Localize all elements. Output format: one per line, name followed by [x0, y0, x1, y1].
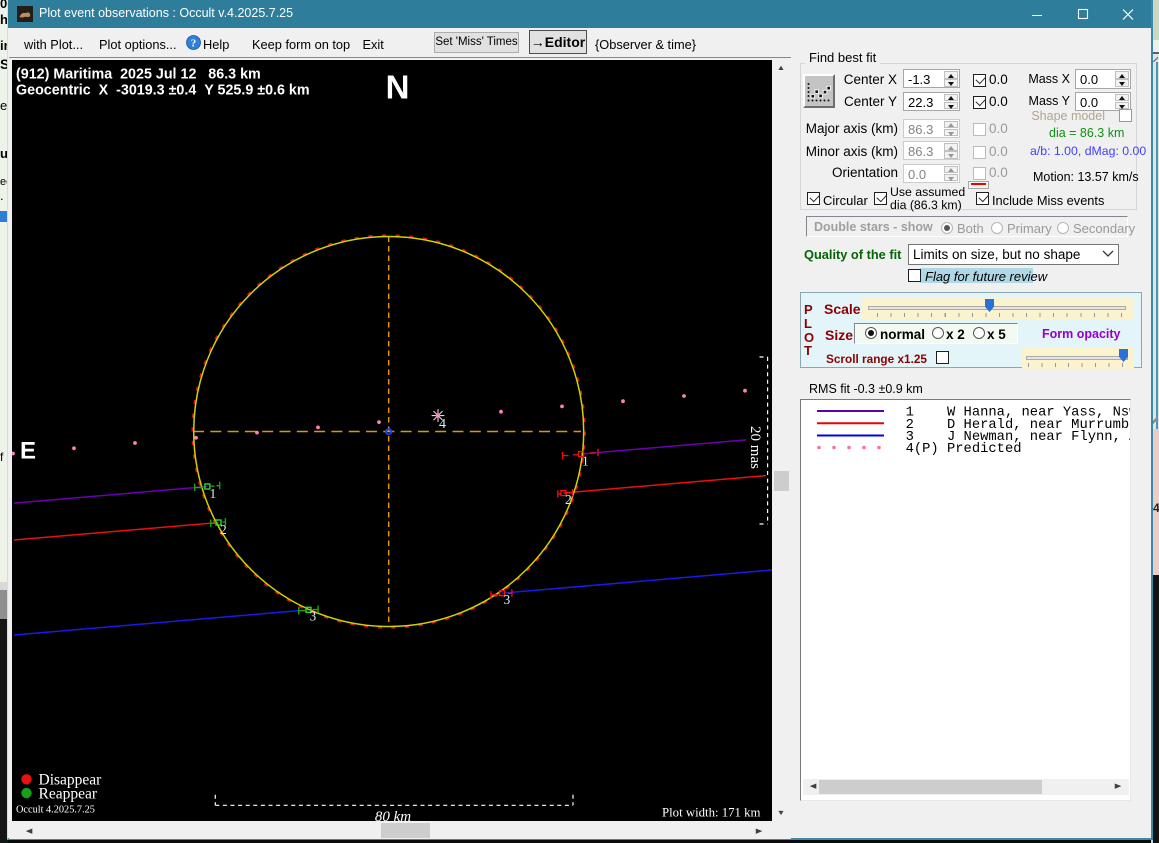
- svg-text:Reappear: Reappear: [39, 786, 98, 803]
- svg-text:Plot width: 171 km: Plot width: 171 km: [662, 806, 761, 820]
- svg-text:Geocentric X -3019.3 ±0.4 Y: Geocentric X -3019.3 ±0.4 Y 525.9 ±0.6 k…: [16, 83, 310, 99]
- svg-text:3 J Newman, near Flynn, A: 3 J Newman, near Flynn, A: [906, 429, 1130, 445]
- svg-text:(912) Maritima 2025 Jul 12: (912) Maritima 2025 Jul 12 86.3 km: [16, 67, 261, 83]
- svg-text:Occult 4.2025.7.25: Occult 4.2025.7.25: [16, 805, 95, 816]
- svg-text:E: E: [20, 438, 36, 465]
- svg-text:?: ?: [191, 37, 197, 49]
- svg-text:2: 2: [565, 492, 572, 507]
- svg-text:1: 1: [210, 486, 217, 501]
- svg-text:1: 1: [582, 454, 589, 469]
- svg-text:2 D Herald, near Murrumba: 2 D Herald, near Murrumba: [906, 417, 1130, 433]
- svg-text:20 mas: 20 mas: [747, 426, 763, 469]
- svg-text:3: 3: [504, 592, 511, 607]
- svg-text:80 km: 80 km: [375, 809, 411, 821]
- svg-text:3: 3: [310, 609, 317, 624]
- svg-text:4: 4: [439, 417, 446, 432]
- svg-text:1 W Hanna, near Yass, Nsw: 1 W Hanna, near Yass, Nsw: [906, 406, 1130, 421]
- svg-text:4(P) Predicted: 4(P) Predicted: [906, 441, 1022, 457]
- svg-text:2: 2: [220, 522, 227, 537]
- svg-text:N: N: [386, 69, 410, 106]
